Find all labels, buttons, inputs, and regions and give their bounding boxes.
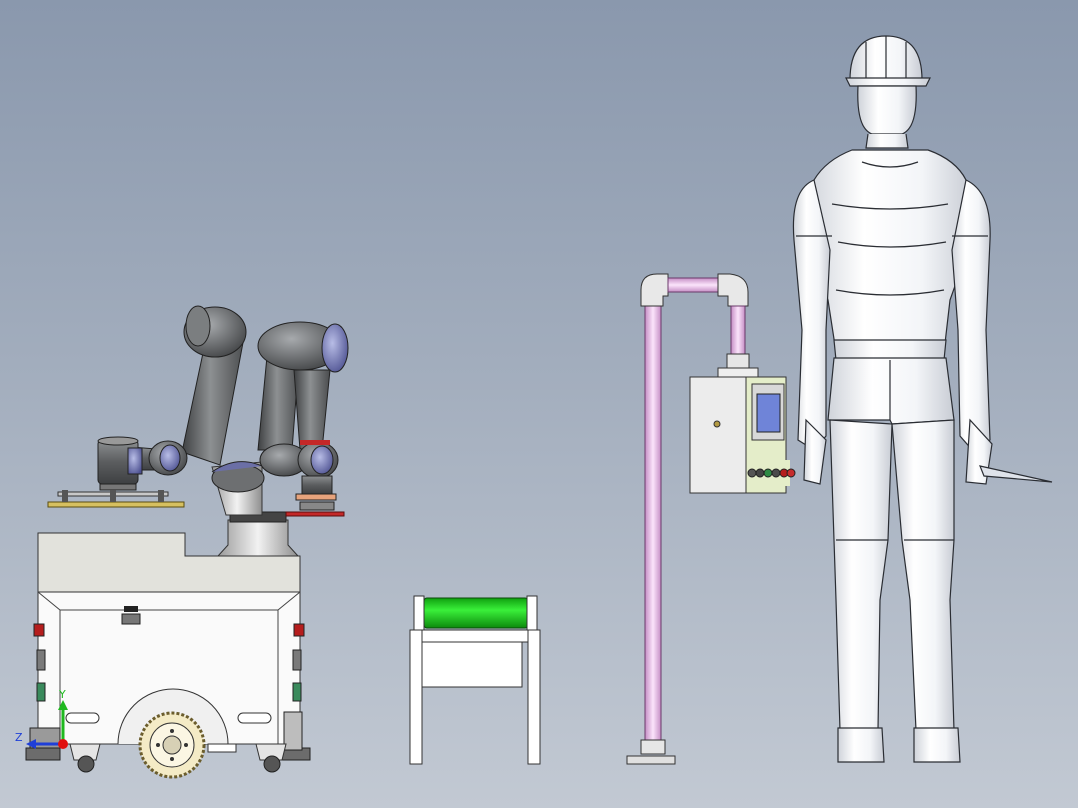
agv-label-plate xyxy=(124,606,138,612)
right-arm xyxy=(951,179,991,453)
cad-viewport[interactable]: Y Z xyxy=(0,0,1078,808)
gripper-plate-right xyxy=(285,511,345,517)
axis-y-label: Y xyxy=(59,688,66,701)
right-shoe xyxy=(913,727,961,763)
cabinet-button-3[interactable] xyxy=(763,468,773,478)
right-leg xyxy=(891,419,955,731)
emergency-stop-left[interactable] xyxy=(33,623,45,637)
triad-origin-x xyxy=(58,739,68,749)
cabinet-lock xyxy=(713,420,721,428)
left-leg xyxy=(829,419,893,731)
gripper-plate-left xyxy=(47,501,185,508)
robot-base xyxy=(216,519,300,557)
green-roller xyxy=(423,597,529,629)
vertical-pipe xyxy=(644,299,662,749)
rear-bumper xyxy=(25,747,61,761)
roller-stand[interactable] xyxy=(409,595,541,765)
axis-z-label: Z xyxy=(15,731,23,744)
emergency-stop-right[interactable] xyxy=(293,623,305,637)
cad-scene xyxy=(25,35,1053,779)
hmi-screen[interactable] xyxy=(756,393,781,433)
torso xyxy=(805,149,973,353)
cabinet-button-4[interactable] xyxy=(771,468,781,478)
human-figure xyxy=(792,35,1053,763)
pipe-and-cabinet[interactable] xyxy=(626,273,796,765)
tool-flange xyxy=(295,493,337,501)
left-shoe xyxy=(837,727,885,763)
caster-wheel-left xyxy=(77,755,95,773)
cabinet-button-2[interactable] xyxy=(755,468,765,478)
knife-icon xyxy=(979,465,1053,483)
horizontal-pipe xyxy=(667,277,719,293)
caster-wheel-right xyxy=(263,755,281,773)
cabinet-button-1[interactable] xyxy=(747,468,757,478)
pipe-foot xyxy=(626,755,676,765)
agv-base[interactable] xyxy=(25,532,311,779)
robot-arm[interactable] xyxy=(47,305,349,557)
